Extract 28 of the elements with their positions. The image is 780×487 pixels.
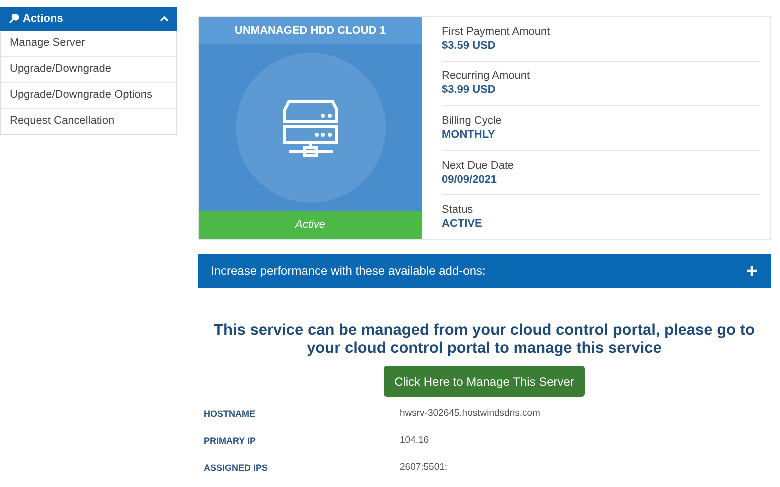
chevron-up-icon	[160, 16, 169, 22]
info-label: HOSTNAME	[204, 408, 256, 418]
detail-value: 09/09/2021	[442, 174, 498, 186]
sidebar-item[interactable]: Upgrade/Downgrade	[1, 56, 176, 82]
product-name: UNMANAGED HDD CLOUD 1	[199, 17, 422, 44]
info-value: hwsrv-302645.hostwindsdns.com	[400, 408, 540, 419]
info-value: 104.16	[400, 435, 430, 446]
detail-label: Next Due Date	[442, 160, 516, 172]
plus-icon	[747, 266, 757, 276]
detail-value: ACTIVE	[442, 218, 484, 230]
detail-value: $3.59 USD	[442, 40, 497, 52]
info-label: ASSIGNED IPS	[204, 462, 270, 472]
manage-server-button[interactable]: Click Here to Manage This Server	[384, 366, 586, 397]
sidebar-item[interactable]: Manage Server	[1, 31, 176, 56]
notice-text: This service can be managed from your cloud control portal, please go to your cloud control portal to manage this service	[213, 322, 756, 358]
detail-label: Recurring Amount	[442, 70, 532, 82]
info-label: PRIMARY IP	[204, 436, 258, 446]
info-value: 2607:5501:	[400, 462, 448, 473]
addons-bar[interactable]: Increase performance with these available add-ons:	[198, 254, 771, 288]
detail-label: Billing Cycle	[442, 114, 503, 127]
detail-value: MONTHLY	[442, 128, 496, 141]
sidebar-item[interactable]: Upgrade/Downgrade Options	[1, 82, 176, 108]
sidebar-item[interactable]: Request Cancellation	[1, 108, 176, 134]
detail-label: Status	[442, 204, 474, 216]
detail-value: $3.99 USD	[442, 84, 497, 96]
detail-label: First Payment Amount	[442, 26, 552, 38]
status-label: Active	[199, 211, 422, 239]
actions-panel-header[interactable]: Actions	[0, 7, 177, 31]
